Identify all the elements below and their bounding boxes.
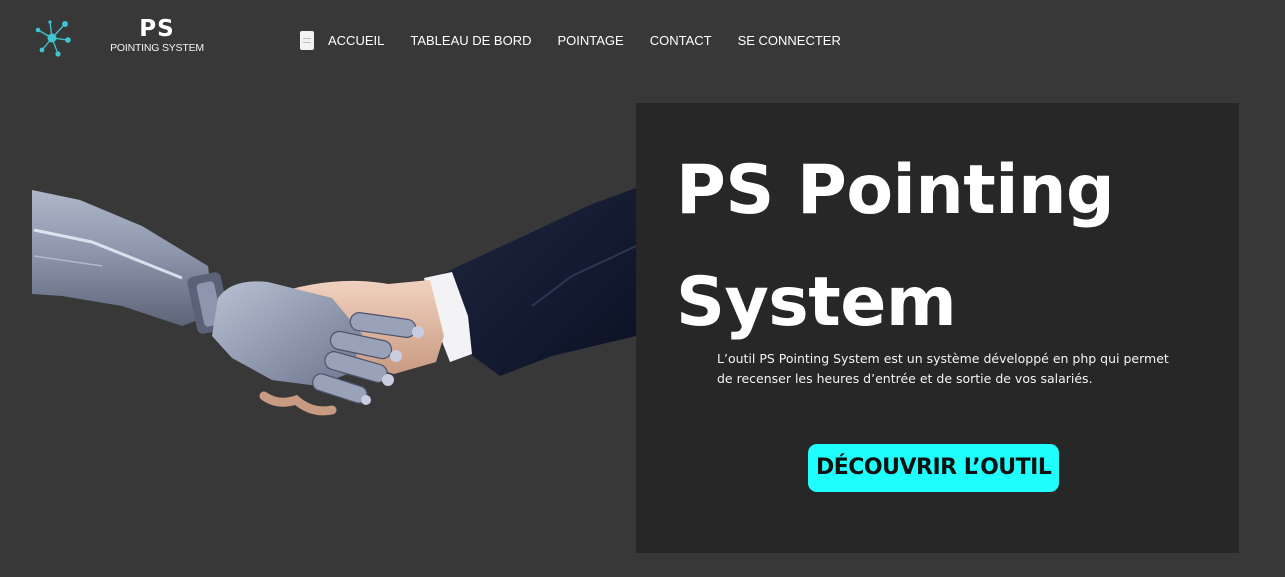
- discover-tool-button[interactable]: DÉCOUVRIR L’OUTIL: [808, 444, 1060, 492]
- robot-human-handshake-image: [32, 188, 636, 416]
- nav-tableau-de-bord[interactable]: TABLEAU DE BORD: [410, 33, 531, 48]
- nav-se-connecter[interactable]: SE CONNECTER: [738, 33, 841, 48]
- nav-contact[interactable]: CONTACT: [650, 33, 712, 48]
- logo[interactable]: PS POINTING SYSTEM: [32, 14, 204, 60]
- hero-description: L’outil PS Pointing System est un systèm…: [717, 351, 1169, 386]
- main-nav: ACCUEIL TABLEAU DE BORD POINTAGE CONTACT…: [300, 29, 867, 51]
- hero-title: PS Pointing System: [676, 151, 1115, 342]
- page: PS POINTING SYSTEM ACCUEIL TABLEAU DE BO…: [0, 0, 1285, 577]
- logo-brand-name: POINTING SYSTEM: [110, 42, 204, 54]
- nav-accueil[interactable]: ACCUEIL: [328, 33, 384, 48]
- hero-panel: PS Pointing System L’outil PS Pointing S…: [636, 103, 1239, 553]
- network-logo-icon: [35, 20, 71, 57]
- document-icon[interactable]: [300, 30, 314, 50]
- logo-ps-text: PS: [139, 16, 175, 42]
- nav-pointage[interactable]: POINTAGE: [557, 33, 623, 48]
